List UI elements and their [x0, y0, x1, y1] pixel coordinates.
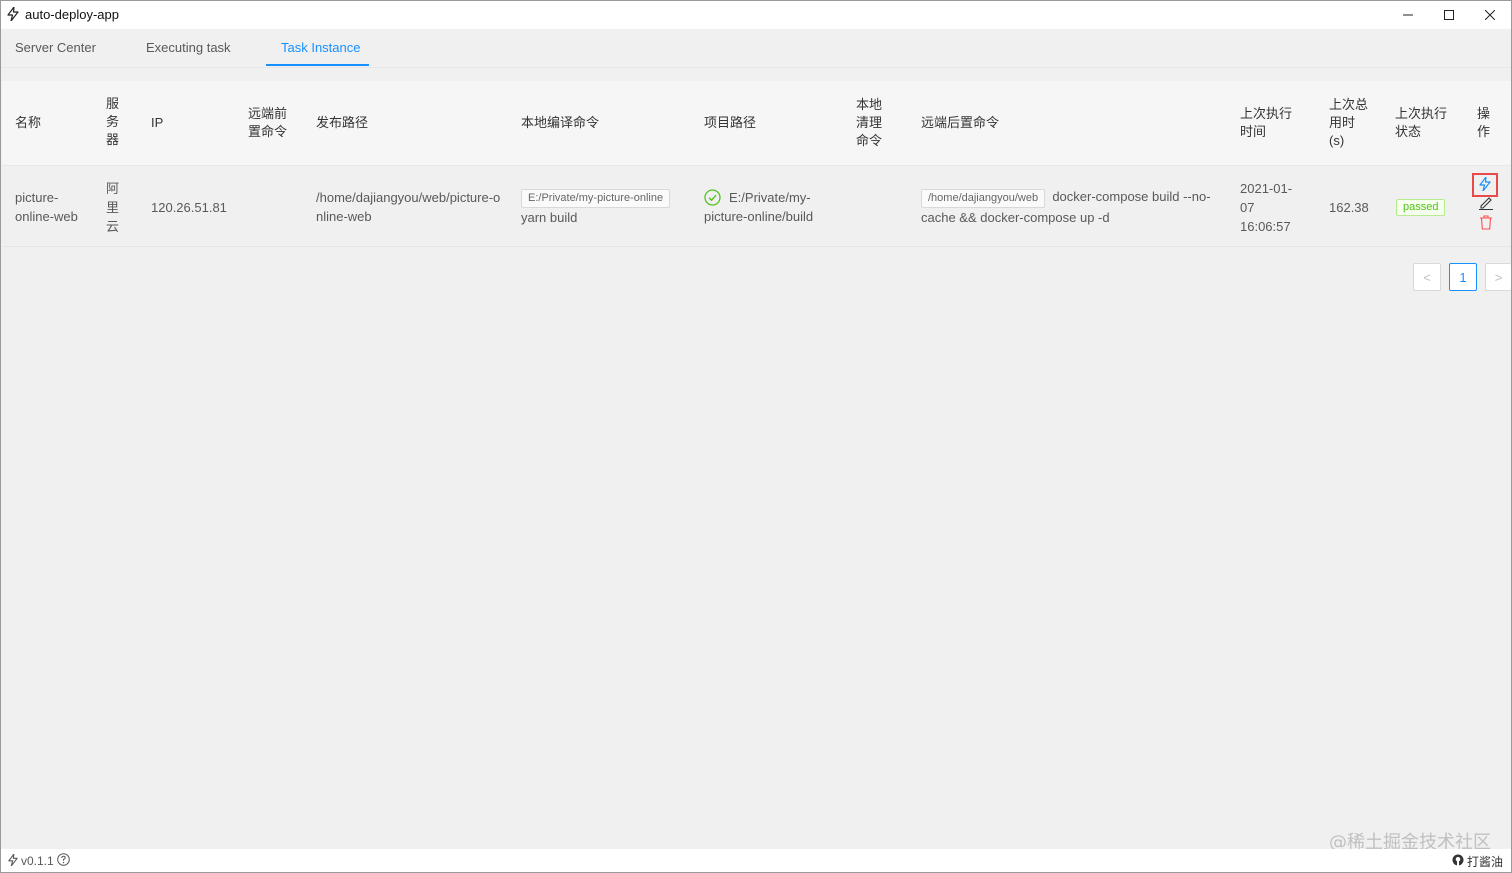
github-link[interactable]: 打酱油 [1452, 853, 1503, 870]
col-header-local-cleanup: 本地清理命令 [856, 97, 883, 148]
col-header-deploy-path: 发布路径 [316, 115, 369, 130]
run-task-button[interactable] [1472, 173, 1498, 197]
maximize-icon [1444, 10, 1454, 20]
github-label: 打酱油 [1467, 855, 1504, 869]
minimize-button[interactable] [1388, 1, 1428, 29]
tab-active-indicator [266, 64, 369, 66]
lightning-icon [8, 853, 18, 869]
pencil-icon [1478, 197, 1494, 213]
close-icon [1485, 10, 1495, 20]
delete-button[interactable] [1479, 215, 1493, 233]
col-header-last-status: 上次执行状态 [1395, 106, 1448, 139]
tab-bar: Server Center Executing task Task Instan… [1, 29, 1511, 68]
minimize-icon [1403, 10, 1413, 20]
tab-server-center[interactable]: Server Center [15, 40, 96, 55]
col-header-last-duration: 上次总用时(s) [1329, 97, 1369, 148]
status-bar: v0.1.1 打酱油 [1, 849, 1511, 872]
cell-ip: 120.26.51.81 [151, 200, 227, 215]
pagination-page-1[interactable]: 1 [1449, 263, 1477, 291]
lightning-icon [7, 6, 19, 22]
app-window: auto-deploy-app Server Center Executing … [0, 0, 1512, 873]
table-header: 名称 服务器 IP 远端前置命令 发布路径 本地编译命令 项目路径 本地清理命令… [2, 81, 1511, 166]
cell-project-path: E:/Private/my-picture-online/build [704, 190, 814, 224]
col-header-name: 名称 [15, 115, 42, 130]
version-label: v0.1.1 [21, 854, 54, 868]
cell-server: 阿里云 [106, 181, 120, 234]
tab-task-instance[interactable]: Task Instance [281, 40, 361, 55]
pagination-prev-button[interactable]: < [1413, 263, 1441, 291]
status-badge: passed [1396, 199, 1446, 216]
cell-remote-post-cmd: /home/dajiangyou/web docker-compose buil… [921, 187, 1211, 227]
trash-icon [1479, 215, 1493, 233]
build-command-text: yarn build [521, 210, 578, 225]
build-path-tag: E:/Private/my-picture-online [521, 189, 671, 208]
cell-last-exec-time: 2021-01-07 16:06:57 [1240, 181, 1293, 234]
cell-name: picture-online-web [15, 190, 78, 224]
close-button[interactable] [1470, 1, 1510, 29]
remote-path-tag: /home/dajiangyou/web [921, 189, 1046, 208]
lightning-icon [1479, 175, 1491, 194]
col-header-remote-pre-cmd: 远端前置命令 [248, 106, 288, 139]
title-bar: auto-deploy-app [1, 1, 1511, 29]
window-title: auto-deploy-app [25, 7, 119, 22]
col-header-remote-post-cmd: 远端后置命令 [921, 115, 1000, 130]
col-header-actions: 操作 [1477, 106, 1491, 139]
pagination-next-button[interactable]: > [1485, 263, 1511, 291]
edit-button[interactable] [1478, 196, 1494, 213]
version-info: v0.1.1 [8, 853, 70, 869]
help-icon[interactable] [56, 853, 70, 869]
col-header-server: 服务器 [106, 96, 120, 147]
col-header-last-exec-time: 上次执行时间 [1240, 106, 1293, 139]
col-header-project-path: 项目路径 [704, 115, 757, 130]
cell-last-duration: 162.38 [1329, 200, 1369, 215]
maximize-button[interactable] [1429, 1, 1469, 29]
col-header-local-build-cmd: 本地编译命令 [521, 115, 600, 130]
col-header-ip: IP [151, 115, 164, 130]
cell-local-build-cmd: E:/Private/my-picture-online yarn build [521, 187, 681, 227]
cell-deploy-path: /home/dajiangyou/web/picture-online-web [316, 190, 501, 224]
table-row: picture-online-web 阿里云 120.26.51.81 /hom… [2, 166, 1511, 247]
tab-executing-task[interactable]: Executing task [146, 40, 231, 55]
github-icon [1452, 854, 1464, 869]
